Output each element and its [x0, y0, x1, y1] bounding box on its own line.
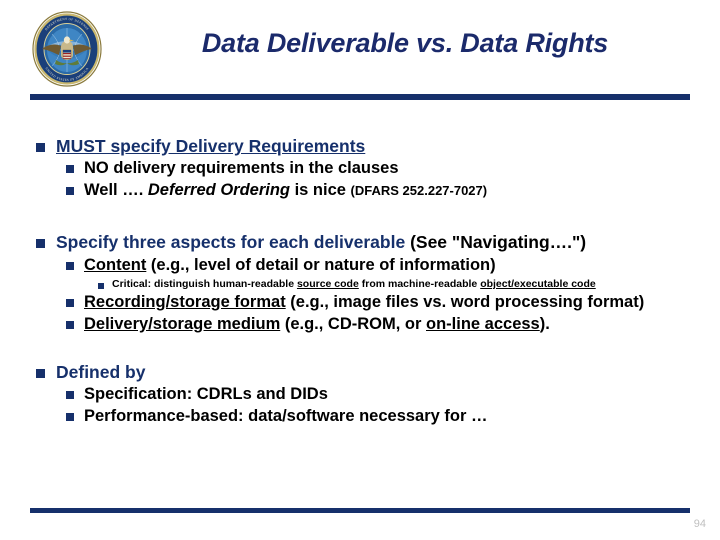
- bullet-emphasis-deferred-ordering: Deferred Ordering: [147, 181, 290, 200]
- square-bullet-icon: [98, 282, 104, 289]
- bullet-label-recording-storage-format: Recording/storage format: [84, 292, 286, 311]
- bullet-recording-storage-format: Recording/storage format (e.g., image fi…: [66, 293, 702, 312]
- bullet-text-recording-detail: (e.g., image files vs. word processing f…: [285, 292, 645, 311]
- square-bullet-icon: [36, 368, 45, 378]
- bullet-text-is-nice: is nice: [290, 181, 351, 200]
- square-bullet-icon: [66, 391, 74, 400]
- bullet-label-content: Content: [84, 255, 147, 274]
- bullet-label-delivery-storage-medium: Delivery/storage medium: [84, 314, 281, 333]
- slide-header: DEPARTMENT OF DEFENSE UNITED STATES OF A…: [0, 0, 720, 100]
- bullet-defined-by: Defined by: [36, 362, 702, 382]
- square-bullet-icon: [66, 413, 74, 422]
- square-bullet-icon: [66, 165, 74, 174]
- bullet-specification-cdrls-dids: Specification: CDRLs and DIDs: [66, 385, 702, 404]
- footer-divider: [30, 508, 690, 513]
- bullet-label-performance-based: Performance-based: data/software necessa…: [84, 407, 488, 426]
- bullet-label-defined-by: Defined by: [56, 361, 146, 382]
- square-bullet-icon: [66, 261, 74, 270]
- bullet-label-must-specify: MUST specify Delivery Requirements: [56, 136, 366, 156]
- bullet-delivery-storage-medium: Delivery/storage medium (e.g., CD-ROM, o…: [66, 315, 702, 334]
- page-title: Data Deliverable vs. Data Rights: [201, 28, 609, 58]
- bullet-content: Content (e.g., level of detail or nature…: [66, 256, 702, 275]
- bullet-text-well: Well ….: [84, 181, 148, 200]
- bullet-term-on-line-access: on-line access: [426, 314, 540, 333]
- bullet-text-medium-end: ).: [539, 314, 550, 333]
- bullet-label-specify-three-aspects: Specify three aspects for each deliverab…: [56, 232, 406, 253]
- dfars-reference: (DFARS 252.227-7027): [350, 183, 488, 199]
- square-bullet-icon: [36, 239, 45, 249]
- department-of-defense-seal-icon: DEPARTMENT OF DEFENSE UNITED STATES OF A…: [28, 10, 106, 88]
- slide-body: MUST specify Delivery Requirements NO de…: [36, 130, 702, 426]
- bullet-text-medium-mid: (e.g., CD-ROM, or: [280, 314, 426, 333]
- slide-canvas: DEPARTMENT OF DEFENSE UNITED STATES OF A…: [0, 0, 720, 540]
- square-bullet-icon: [66, 187, 74, 196]
- bullet-text-critical-a: Critical: distinguish human-readable: [112, 277, 297, 290]
- bullet-performance-based: Performance-based: data/software necessa…: [66, 407, 702, 426]
- square-bullet-icon: [66, 298, 74, 307]
- bullet-term-source-code: source code: [296, 277, 359, 290]
- bullet-label-no-delivery-requirements: NO delivery requirements in the clauses: [84, 159, 399, 178]
- bullet-deferred-ordering: Well …. Deferred Ordering is nice (DFARS…: [66, 181, 702, 200]
- bullet-text-critical-b: from machine-readable: [358, 277, 481, 290]
- bullet-text-content-detail: (e.g., level of detail or nature of info…: [146, 255, 496, 274]
- page-number: 94: [693, 518, 706, 530]
- bullet-term-object-executable-code: object/executable code: [480, 277, 596, 290]
- bullet-critical-source-code: Critical: distinguish human-readable sou…: [98, 278, 702, 290]
- bullet-must-specify-delivery-requirements: MUST specify Delivery Requirements: [36, 136, 702, 156]
- bullet-specify-three-aspects: Specify three aspects for each deliverab…: [36, 232, 702, 252]
- header-divider: [30, 94, 690, 100]
- bullet-note-see-navigating: (See "Navigating…."): [405, 232, 587, 253]
- square-bullet-icon: [36, 143, 45, 152]
- bullet-no-delivery-requirements: NO delivery requirements in the clauses: [66, 159, 702, 178]
- bullet-label-specification: Specification: CDRLs and DIDs: [84, 385, 328, 404]
- square-bullet-icon: [66, 320, 74, 329]
